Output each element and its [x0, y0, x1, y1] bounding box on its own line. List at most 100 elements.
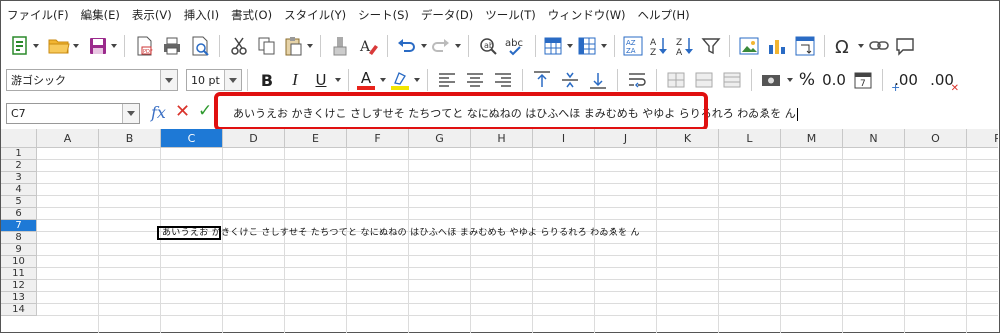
paste-dropdown[interactable] — [305, 32, 315, 60]
menu-window[interactable]: ウィンドウ(W) — [542, 2, 632, 28]
font-color-dropdown[interactable] — [378, 66, 388, 94]
merge-cells-icon[interactable] — [662, 66, 690, 94]
row-header-8[interactable]: 8 — [1, 232, 37, 244]
chevron-down-icon[interactable] — [160, 70, 177, 90]
menu-sheet[interactable]: シート(S) — [352, 2, 415, 28]
hyperlink-icon[interactable] — [866, 32, 892, 60]
column-header-o[interactable]: O — [905, 129, 967, 148]
row-header-14[interactable]: 14 — [1, 304, 37, 316]
menu-file[interactable]: ファイル(F) — [1, 2, 75, 28]
menu-styles[interactable]: スタイル(Y) — [278, 2, 352, 28]
select-all-corner[interactable] — [1, 129, 37, 148]
row-header-12[interactable]: 12 — [1, 280, 37, 292]
column-header-e[interactable]: E — [285, 129, 347, 148]
open-dropdown[interactable] — [71, 32, 81, 60]
menu-insert[interactable]: 挿入(I) — [178, 2, 225, 28]
add-decimal-button[interactable]: .00 + — [888, 66, 924, 94]
font-size-box[interactable]: 10 pt — [186, 69, 242, 91]
spelling-icon[interactable]: abc — [502, 32, 530, 60]
column-header-n[interactable]: N — [843, 129, 905, 148]
cancel-icon[interactable]: ✕ — [175, 101, 190, 122]
paste-icon[interactable] — [281, 32, 305, 60]
unmerge-cells-icon[interactable] — [718, 66, 746, 94]
formula-input[interactable]: あいうえお かきくけこ さしすせそ たちつてと なにぬねの はひふへほ まみむめ… — [225, 104, 995, 124]
chevron-down-icon[interactable] — [224, 70, 241, 90]
menu-help[interactable]: ヘルプ(H) — [632, 2, 696, 28]
print-preview-icon[interactable] — [186, 32, 214, 60]
column-header-p[interactable]: P — [967, 129, 998, 148]
new-document-icon[interactable] — [9, 32, 31, 60]
font-name-box[interactable]: 游ゴシック — [6, 69, 178, 91]
autofilter-icon[interactable] — [698, 32, 724, 60]
copy-icon[interactable] — [253, 32, 281, 60]
special-character-icon[interactable]: Ω — [830, 32, 856, 60]
align-middle-icon[interactable] — [556, 66, 584, 94]
date-format-icon[interactable]: 7 — [849, 66, 877, 94]
underline-button[interactable]: U — [309, 66, 333, 94]
row-header-4[interactable]: 4 — [1, 184, 37, 196]
row-header-10[interactable]: 10 — [1, 256, 37, 268]
align-right-icon[interactable] — [489, 66, 517, 94]
column-icon[interactable] — [575, 32, 599, 60]
column-header-i[interactable]: I — [533, 129, 595, 148]
menu-format[interactable]: 書式(O) — [225, 2, 278, 28]
row-header-1[interactable]: 1 — [1, 148, 37, 160]
save-icon[interactable] — [87, 32, 109, 60]
remove-decimal-button[interactable]: .00 ✕ — [924, 66, 960, 94]
column-header-g[interactable]: G — [409, 129, 471, 148]
save-dropdown[interactable] — [109, 32, 119, 60]
menu-edit[interactable]: 編集(E) — [75, 2, 126, 28]
new-dropdown[interactable] — [31, 32, 41, 60]
accept-icon[interactable]: ✓ — [198, 101, 212, 121]
column-header-b[interactable]: B — [99, 129, 161, 148]
row-header-11[interactable]: 11 — [1, 268, 37, 280]
wrap-text-icon[interactable] — [623, 66, 651, 94]
column-header-k[interactable]: K — [657, 129, 719, 148]
spreadsheet-grid[interactable]: A B C D E F G H I J K L M N O P 1 2 3 4 5 6 7 8 9 10 11 12 13 14 あいうえお… — [1, 129, 998, 333]
sort-descending-icon[interactable]: ZA — [672, 32, 698, 60]
font-color-button[interactable]: A — [354, 66, 378, 94]
chevron-down-icon[interactable] — [122, 104, 139, 123]
export-pdf-icon[interactable]: PDF — [130, 32, 158, 60]
name-box[interactable]: C7 — [6, 103, 140, 124]
row-header-5[interactable]: 5 — [1, 196, 37, 208]
open-folder-icon[interactable] — [47, 32, 71, 60]
clear-formatting-icon[interactable]: A — [354, 32, 382, 60]
column-header-c[interactable]: C — [161, 129, 223, 148]
currency-dropdown[interactable] — [785, 66, 795, 94]
row-header-6[interactable]: 6 — [1, 208, 37, 220]
pivot-table-icon[interactable] — [791, 32, 819, 60]
undo-dropdown[interactable] — [419, 32, 429, 60]
special-character-dropdown[interactable] — [856, 32, 866, 60]
align-left-icon[interactable] — [433, 66, 461, 94]
insert-image-icon[interactable] — [735, 32, 763, 60]
merge-center-icon[interactable] — [690, 66, 718, 94]
align-bottom-icon[interactable] — [584, 66, 612, 94]
column-header-j[interactable]: J — [595, 129, 657, 148]
cut-icon[interactable] — [225, 32, 253, 60]
row-header-13[interactable]: 13 — [1, 292, 37, 304]
align-center-icon[interactable] — [461, 66, 489, 94]
redo-icon[interactable] — [429, 32, 453, 60]
menu-view[interactable]: 表示(V) — [126, 2, 178, 28]
row-header-7[interactable]: 7 — [1, 220, 37, 232]
column-header-h[interactable]: H — [471, 129, 533, 148]
highlight-color-button[interactable] — [388, 66, 412, 94]
row-header-2[interactable]: 2 — [1, 160, 37, 172]
highlight-color-dropdown[interactable] — [412, 66, 422, 94]
underline-dropdown[interactable] — [333, 66, 343, 94]
number-format-button[interactable]: 0.0 — [819, 66, 849, 94]
undo-icon[interactable] — [393, 32, 419, 60]
row-header-3[interactable]: 3 — [1, 172, 37, 184]
column-dropdown[interactable] — [599, 32, 609, 60]
currency-format-icon[interactable] — [757, 66, 785, 94]
column-header-d[interactable]: D — [223, 129, 285, 148]
column-header-f[interactable]: F — [347, 129, 409, 148]
sort-ascending-icon[interactable]: AZ — [646, 32, 672, 60]
row-dropdown[interactable] — [565, 32, 575, 60]
sort-icon[interactable]: AZ ZA — [620, 32, 646, 60]
comment-icon[interactable] — [892, 32, 918, 60]
insert-chart-icon[interactable] — [763, 32, 791, 60]
column-header-m[interactable]: M — [781, 129, 843, 148]
italic-button[interactable]: I — [281, 66, 309, 94]
